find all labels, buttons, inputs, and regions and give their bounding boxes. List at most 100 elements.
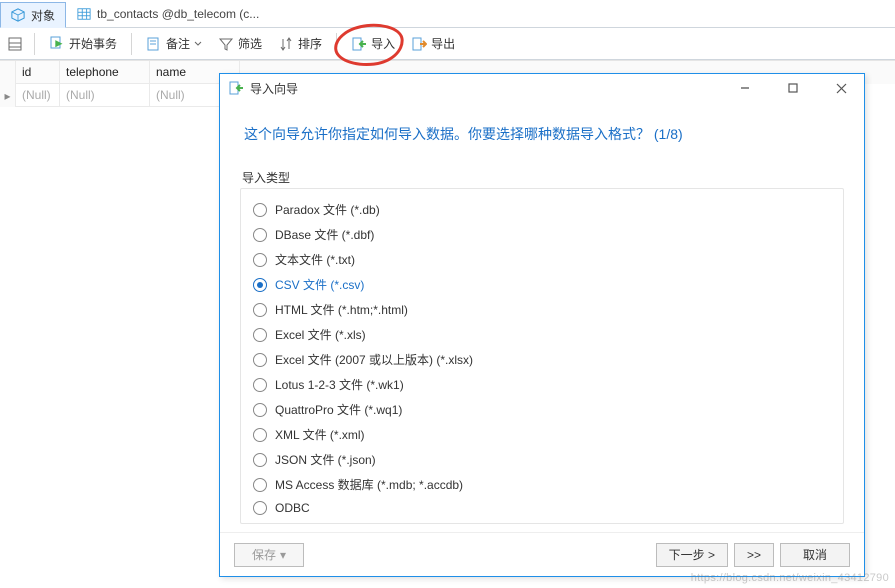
memo-button[interactable]: 备注: [140, 32, 208, 55]
memo-label: 备注: [166, 35, 190, 52]
import-type-option[interactable]: ODBC: [251, 497, 833, 519]
import-type-option[interactable]: Excel 文件 (2007 或以上版本) (*.xlsx): [251, 347, 833, 372]
export-icon: [411, 36, 427, 52]
export-button[interactable]: 导出: [405, 32, 461, 55]
import-icon: [228, 80, 244, 96]
option-label: DBase 文件 (*.dbf): [275, 226, 374, 243]
row-indicator-icon: ▸: [0, 84, 16, 107]
filter-button[interactable]: 筛选: [212, 32, 268, 55]
option-label: JSON 文件 (*.json): [275, 451, 376, 468]
cell[interactable]: (Null): [16, 84, 60, 107]
cell[interactable]: (Null): [60, 84, 150, 107]
skip-button[interactable]: >>: [734, 543, 774, 567]
play-doc-icon: [49, 36, 65, 52]
chevron-down-icon: [194, 40, 202, 48]
dialog-body: 这个向导允许你指定如何导入数据。你要选择哪种数据导入格式？ (1/8) 导入类型…: [220, 102, 864, 532]
radio-icon: [253, 303, 267, 317]
option-label: Paradox 文件 (*.db): [275, 201, 380, 218]
option-label: Excel 文件 (2007 或以上版本) (*.xlsx): [275, 351, 473, 368]
tab-objects-label: 对象: [31, 7, 55, 24]
save-button-label: 保存: [252, 546, 276, 563]
grid-icon: [7, 36, 23, 52]
radio-icon: [253, 378, 267, 392]
radio-icon: [253, 278, 267, 292]
import-type-option[interactable]: Paradox 文件 (*.db): [251, 197, 833, 222]
option-label: ODBC: [275, 501, 310, 515]
toolbar: 开始事务 备注 筛选 排序 导入 导出: [0, 28, 895, 60]
toolbar-grid-view-button[interactable]: [4, 33, 26, 55]
cancel-button-label: 取消: [803, 546, 827, 563]
col-id[interactable]: id: [16, 61, 60, 84]
option-label: MS Access 数据库 (*.mdb; *.accdb): [275, 476, 463, 493]
chevron-down-icon: ▾: [280, 548, 286, 562]
close-icon: [836, 83, 847, 94]
import-wizard-dialog: 导入向导 这个向导允许你指定如何导入数据。你要选择哪种数据导入格式？ (1/8)…: [219, 73, 865, 577]
begin-transaction-label: 开始事务: [69, 35, 117, 52]
radio-icon: [253, 403, 267, 417]
toolbar-separator: [336, 33, 337, 55]
import-label: 导入: [371, 35, 395, 52]
radio-icon: [253, 228, 267, 242]
cube-icon: [11, 8, 25, 22]
import-type-option[interactable]: CSV 文件 (*.csv): [251, 272, 833, 297]
dialog-titlebar[interactable]: 导入向导: [220, 74, 864, 102]
import-type-option[interactable]: XML 文件 (*.xml): [251, 422, 833, 447]
import-button[interactable]: 导入: [345, 32, 401, 55]
sort-label: 排序: [298, 35, 322, 52]
import-type-option[interactable]: 文本文件 (*.txt): [251, 247, 833, 272]
toolbar-separator: [131, 33, 132, 55]
cancel-button[interactable]: 取消: [780, 543, 850, 567]
minimize-icon: [740, 83, 750, 93]
import-type-option[interactable]: Excel 文件 (*.xls): [251, 322, 833, 347]
dialog-footer: 保存 ▾ 下一步 > >> 取消: [220, 532, 864, 576]
option-label: CSV 文件 (*.csv): [275, 276, 364, 293]
grid-gutter-head: [0, 61, 16, 84]
import-type-option[interactable]: JSON 文件 (*.json): [251, 447, 833, 472]
import-type-option[interactable]: DBase 文件 (*.dbf): [251, 222, 833, 247]
radio-icon: [253, 353, 267, 367]
table-icon: [77, 7, 91, 21]
maximize-icon: [788, 83, 798, 93]
import-type-option[interactable]: Lotus 1-2-3 文件 (*.wk1): [251, 372, 833, 397]
tab-table[interactable]: tb_contacts @db_telecom (c...: [66, 1, 270, 27]
option-label: HTML 文件 (*.htm;*.html): [275, 301, 408, 318]
radio-icon: [253, 428, 267, 442]
note-icon: [146, 36, 162, 52]
option-label: Lotus 1-2-3 文件 (*.wk1): [275, 376, 404, 393]
sort-icon: [278, 36, 294, 52]
option-label: 文本文件 (*.txt): [275, 251, 355, 268]
radio-icon: [253, 453, 267, 467]
tab-objects[interactable]: 对象: [0, 2, 66, 28]
skip-button-label: >>: [747, 548, 761, 562]
maximize-button[interactable]: [772, 75, 814, 101]
filter-label: 筛选: [238, 35, 262, 52]
radio-icon: [253, 478, 267, 492]
option-label: XML 文件 (*.xml): [275, 426, 365, 443]
import-type-label: 导入类型: [242, 169, 844, 186]
dialog-heading: 这个向导允许你指定如何导入数据。你要选择哪种数据导入格式？ (1/8): [240, 102, 844, 169]
option-label: QuattroPro 文件 (*.wq1): [275, 401, 402, 418]
dialog-title: 导入向导: [250, 80, 718, 97]
next-button-label: 下一步 >: [669, 546, 715, 563]
save-button: 保存 ▾: [234, 543, 304, 567]
close-button[interactable]: [820, 75, 862, 101]
toolbar-separator: [34, 33, 35, 55]
radio-icon: [253, 501, 267, 515]
radio-icon: [253, 253, 267, 267]
begin-transaction-button[interactable]: 开始事务: [43, 32, 123, 55]
import-type-options: Paradox 文件 (*.db) DBase 文件 (*.dbf) 文本文件 (*…: [240, 188, 844, 524]
tab-table-label: tb_contacts @db_telecom (c...: [97, 7, 259, 21]
import-icon: [351, 36, 367, 52]
tabstrip: 对象 tb_contacts @db_telecom (c...: [0, 0, 895, 28]
radio-icon: [253, 203, 267, 217]
radio-icon: [253, 328, 267, 342]
minimize-button[interactable]: [724, 75, 766, 101]
import-type-option[interactable]: MS Access 数据库 (*.mdb; *.accdb): [251, 472, 833, 497]
option-label: Excel 文件 (*.xls): [275, 326, 366, 343]
import-type-option[interactable]: QuattroPro 文件 (*.wq1): [251, 397, 833, 422]
import-type-option[interactable]: HTML 文件 (*.htm;*.html): [251, 297, 833, 322]
next-button[interactable]: 下一步 >: [656, 543, 728, 567]
funnel-icon: [218, 36, 234, 52]
sort-button[interactable]: 排序: [272, 32, 328, 55]
col-telephone[interactable]: telephone: [60, 61, 150, 84]
